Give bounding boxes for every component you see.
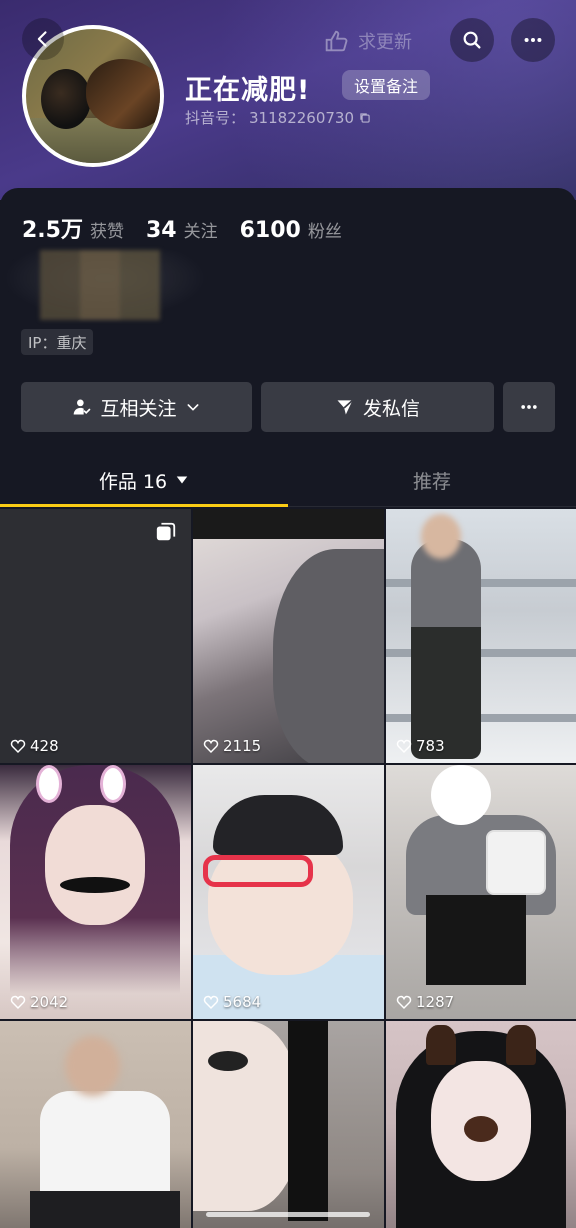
search-icon	[463, 31, 481, 49]
nickname: 正在减肥!	[185, 75, 311, 106]
video-thumbnail[interactable]: 2042	[0, 765, 191, 1019]
home-indicator[interactable]	[206, 1212, 370, 1217]
thumbnail-scene	[506, 1025, 536, 1065]
video-thumbnail[interactable]	[0, 1021, 191, 1228]
thumbnail-scene	[411, 539, 481, 759]
mutual-follow-label: 互相关注	[100, 397, 177, 420]
like-count: 5684	[203, 993, 261, 1011]
tab-works[interactable]: 作品 16	[0, 455, 288, 505]
stat-following[interactable]: 34 关注	[146, 217, 218, 243]
tab-active-indicator	[0, 504, 288, 507]
thumbnail-scene	[288, 1021, 328, 1221]
thumbnail-scene	[464, 1116, 498, 1142]
video-thumbnail[interactable]: 5684	[193, 765, 384, 1019]
video-thumbnail[interactable]: 783	[386, 509, 576, 763]
thumbnail-scene	[486, 830, 546, 895]
thumbnail-scene	[193, 509, 384, 539]
stat-label: 关注	[183, 222, 218, 242]
search-button[interactable]	[450, 18, 494, 62]
thumbnail-scene	[421, 514, 461, 559]
more-button[interactable]	[511, 18, 555, 62]
thumb-icon	[325, 30, 348, 52]
heart-icon	[10, 995, 26, 1010]
stat-value: 34	[145, 218, 177, 243]
thumbnail-scene	[60, 877, 130, 893]
stat-likes: 2.5万 获赞	[22, 212, 124, 244]
thumbnail-scene	[426, 895, 526, 985]
thumbnail-scene	[36, 765, 62, 803]
thumbnail-scene	[100, 765, 126, 803]
thumbnail-scene	[45, 805, 145, 925]
stat-label: 粉丝	[307, 222, 342, 242]
user-check-icon	[74, 399, 91, 415]
heart-icon	[396, 739, 412, 754]
tab-recommend[interactable]: 推荐	[288, 455, 576, 505]
video-thumbnail[interactable]: 1287	[386, 765, 576, 1019]
thumbnail-scene	[213, 795, 343, 855]
more-actions-button[interactable]	[503, 382, 555, 432]
heart-icon	[396, 995, 412, 1010]
stat-label: 获赞	[89, 222, 124, 242]
video-thumbnail[interactable]: 2115	[193, 509, 384, 763]
stats-row: 2.5万 获赞 34 关注 6100 粉丝	[22, 212, 342, 244]
like-count-value: 2115	[223, 737, 262, 755]
thumbnail-scene	[30, 1191, 180, 1228]
multi-image-icon	[156, 522, 176, 541]
avatar-person	[41, 69, 91, 129]
stat-followers[interactable]: 6100 粉丝	[240, 217, 342, 243]
thumbnail-scene	[208, 1051, 248, 1071]
douyin-id-value: 31182260730	[249, 108, 354, 127]
more-icon	[524, 37, 542, 43]
send-message-button[interactable]: 发私信	[261, 382, 494, 432]
ip-location-tag: IP：重庆	[21, 329, 94, 355]
thumbnail-scene	[40, 1091, 170, 1201]
copy-icon[interactable]	[358, 111, 372, 125]
more-icon	[521, 405, 537, 409]
thumbnail-scene	[431, 765, 491, 825]
heart-icon	[203, 739, 219, 754]
stat-value: 2.5万	[22, 218, 83, 243]
send-icon	[337, 399, 354, 415]
video-thumbnail[interactable]	[386, 1021, 576, 1228]
like-count: 2042	[10, 993, 68, 1011]
tab-works-label: 作品 16	[98, 470, 168, 493]
like-count-value: 1287	[416, 993, 455, 1011]
like-count-value: 2042	[30, 993, 69, 1011]
video-thumbnail[interactable]	[193, 1021, 384, 1228]
set-remark-button[interactable]: 设置备注	[342, 70, 431, 100]
douyin-id[interactable]: 抖音号： 31182260730	[185, 107, 372, 128]
video-thumbnail[interactable]: 428	[0, 509, 191, 763]
back-icon	[37, 31, 47, 47]
caret-down-icon	[176, 476, 188, 484]
thumbnail-scene	[65, 1036, 120, 1096]
chevron-down-icon	[187, 404, 198, 411]
stat-value: 6100	[239, 218, 301, 243]
request-update-button[interactable]: 求更新	[322, 26, 412, 56]
avatar-dog	[86, 59, 160, 129]
bio-blurred	[0, 250, 210, 320]
send-message-label: 发私信	[362, 397, 420, 420]
like-count: 2115	[203, 737, 261, 755]
douyin-id-label: 抖音号：	[185, 109, 246, 127]
like-count-value: 428	[30, 737, 59, 755]
content-tabs: 作品 16 推荐	[0, 455, 576, 507]
thumbnail-scene	[426, 1025, 456, 1065]
heart-icon	[10, 739, 26, 754]
like-count: 428	[10, 737, 59, 755]
mutual-follow-button[interactable]: 互相关注	[21, 382, 252, 432]
like-count-value: 783	[416, 737, 445, 755]
thumbnail-scene	[203, 855, 313, 887]
heart-icon	[203, 995, 219, 1010]
like-count: 783	[396, 737, 445, 755]
thumbnail-scene	[193, 1021, 303, 1211]
thumbnail-scene	[273, 549, 384, 763]
like-count-value: 5684	[223, 993, 262, 1011]
request-update-label: 求更新	[358, 32, 412, 53]
like-count: 1287	[396, 993, 454, 1011]
back-button[interactable]	[22, 18, 64, 60]
